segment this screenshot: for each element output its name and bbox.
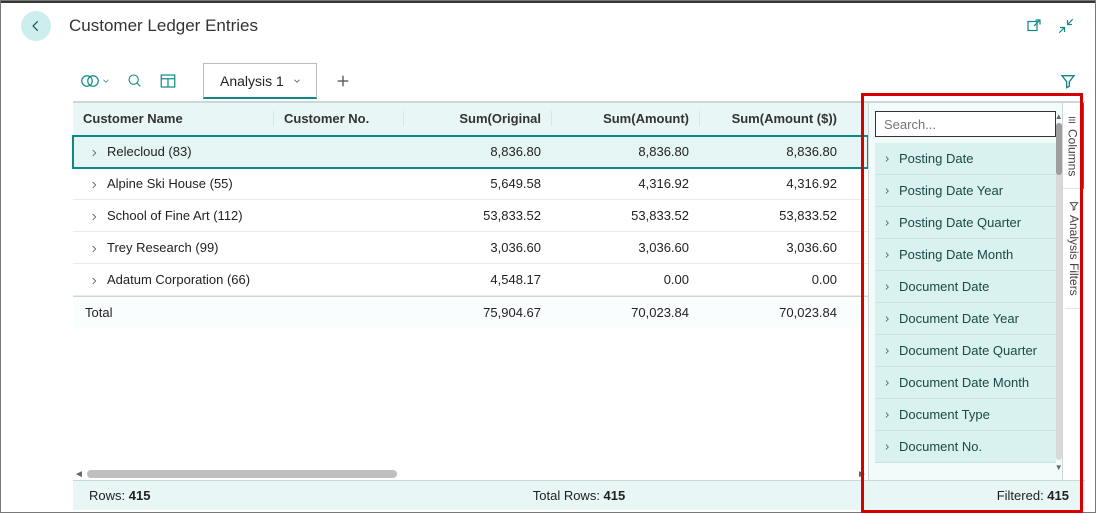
data-grid: Customer Name Customer No. Sum(Original … (73, 103, 868, 480)
side-tab-columns[interactable]: Columns (1063, 103, 1084, 189)
cell-amt: 0.00 (551, 272, 699, 287)
total-rows-count: Total Rows: 415 (533, 488, 626, 503)
col-customer-no[interactable]: Customer No. (273, 111, 403, 126)
col-sum-amount[interactable]: Sum(Amount) (551, 111, 699, 126)
field-label: Posting Date Quarter (899, 215, 1021, 230)
total-usd: 70,023.84 (699, 305, 847, 320)
customer-name: Relecloud (83) (107, 144, 192, 159)
table-row[interactable]: Trey Research (99)3,036.603,036.603,036.… (73, 232, 868, 264)
field-item[interactable]: Posting Date (875, 143, 1056, 175)
cell-amt: 53,833.52 (551, 208, 699, 223)
side-tab-filters-label: Analysis Filters (1067, 215, 1081, 296)
search-icon[interactable] (119, 63, 151, 99)
total-label: Total (73, 305, 273, 320)
cell-amt: 4,316.92 (551, 176, 699, 191)
field-item[interactable]: Document Date (875, 271, 1056, 303)
customer-name: Alpine Ski House (55) (107, 176, 233, 191)
field-label: Posting Date Year (899, 183, 1003, 198)
customer-name: Adatum Corporation (66) (107, 272, 250, 287)
field-item[interactable]: Document No. (875, 431, 1056, 463)
expand-icon[interactable] (89, 274, 99, 284)
main-area: Customer Name Customer No. Sum(Original … (73, 101, 1085, 480)
cell-amt: 8,836.80 (551, 144, 699, 159)
side-tab-filters[interactable]: Analysis Filters (1065, 189, 1083, 309)
layout-icon[interactable] (151, 63, 185, 99)
field-label: Document Date Year (899, 311, 1019, 326)
field-label: Document Type (899, 407, 990, 422)
horizontal-scrollbar[interactable]: ◄ ► (73, 468, 868, 480)
customer-name: School of Fine Art (112) (107, 208, 243, 223)
status-bar: Rows: 415 Total Rows: 415 Filtered: 415 (73, 480, 1085, 510)
cell-orig: 53,833.52 (403, 208, 551, 223)
table-row[interactable]: Adatum Corporation (66)4,548.170.000.00 (73, 264, 868, 296)
field-search-input[interactable] (875, 111, 1056, 137)
expand-icon[interactable] (89, 210, 99, 220)
expand-icon[interactable] (89, 178, 99, 188)
side-tabs: Columns Analysis Filters (1062, 103, 1085, 480)
field-item[interactable]: Document Date Quarter (875, 335, 1056, 367)
field-item[interactable]: Document Type (875, 399, 1056, 431)
field-label: Document Date Month (899, 375, 1029, 390)
chevron-down-icon (292, 73, 302, 89)
field-label: Document No. (899, 439, 982, 454)
table-row[interactable]: Relecloud (83)8,836.808,836.808,836.80 (73, 136, 868, 168)
add-analysis-button[interactable] (323, 63, 363, 99)
col-sum-original[interactable]: Sum(Original (403, 111, 551, 126)
field-item[interactable]: Posting Date Quarter (875, 207, 1056, 239)
grid-header: Customer Name Customer No. Sum(Original … (73, 103, 868, 136)
field-item[interactable]: Posting Date Year (875, 175, 1056, 207)
total-row: Total 75,904.67 70,023.84 70,023.84 (73, 296, 868, 329)
col-customer-name[interactable]: Customer Name (73, 111, 273, 126)
cell-usd: 53,833.52 (699, 208, 847, 223)
customer-name: Trey Research (99) (107, 240, 219, 255)
field-label: Posting Date (899, 151, 973, 166)
collapse-icon[interactable] (1057, 17, 1075, 35)
expand-icon[interactable] (89, 146, 99, 156)
cell-usd: 4,316.92 (699, 176, 847, 191)
cell-orig: 3,036.60 (403, 240, 551, 255)
cell-orig: 5,649.58 (403, 176, 551, 191)
field-label: Posting Date Month (899, 247, 1013, 262)
expand-icon[interactable] (89, 242, 99, 252)
page-title: Customer Ledger Entries (69, 16, 1011, 36)
panel-scrollbar[interactable]: ▲ ▼ (1054, 111, 1064, 472)
total-amt: 70,023.84 (551, 305, 699, 320)
cell-orig: 8,836.80 (403, 144, 551, 159)
toolbar: Analysis 1 (73, 61, 1085, 101)
filtered-count: Filtered: 415 (997, 488, 1069, 503)
back-button[interactable] (21, 11, 51, 41)
field-item[interactable]: Posting Date Month (875, 239, 1056, 271)
field-label: Document Date (899, 279, 989, 294)
open-in-new-icon[interactable] (1025, 17, 1043, 35)
cell-usd: 8,836.80 (699, 144, 847, 159)
filter-icon[interactable] (1051, 63, 1085, 99)
page-header: Customer Ledger Entries (1, 3, 1095, 51)
rows-count: Rows: 415 (89, 488, 150, 503)
cell-amt: 3,036.60 (551, 240, 699, 255)
pivot-mode-icon[interactable] (73, 63, 119, 99)
field-item[interactable]: Document Date Year (875, 303, 1056, 335)
analysis-tab-label: Analysis 1 (220, 73, 284, 89)
side-tab-columns-label: Columns (1065, 129, 1079, 176)
table-row[interactable]: School of Fine Art (112)53,833.5253,833.… (73, 200, 868, 232)
field-item[interactable]: Document Date Month (875, 367, 1056, 399)
field-label: Document Date Quarter (899, 343, 1037, 358)
cell-orig: 4,548.17 (403, 272, 551, 287)
table-row[interactable]: Alpine Ski House (55)5,649.584,316.924,3… (73, 168, 868, 200)
total-orig: 75,904.67 (403, 305, 551, 320)
cell-usd: 3,036.60 (699, 240, 847, 255)
analysis-tab[interactable]: Analysis 1 (203, 63, 317, 99)
cell-usd: 0.00 (699, 272, 847, 287)
columns-panel: Posting Date Posting Date Year Posting Dat… (868, 103, 1062, 480)
col-sum-amount-usd[interactable]: Sum(Amount ($)) (699, 111, 847, 126)
